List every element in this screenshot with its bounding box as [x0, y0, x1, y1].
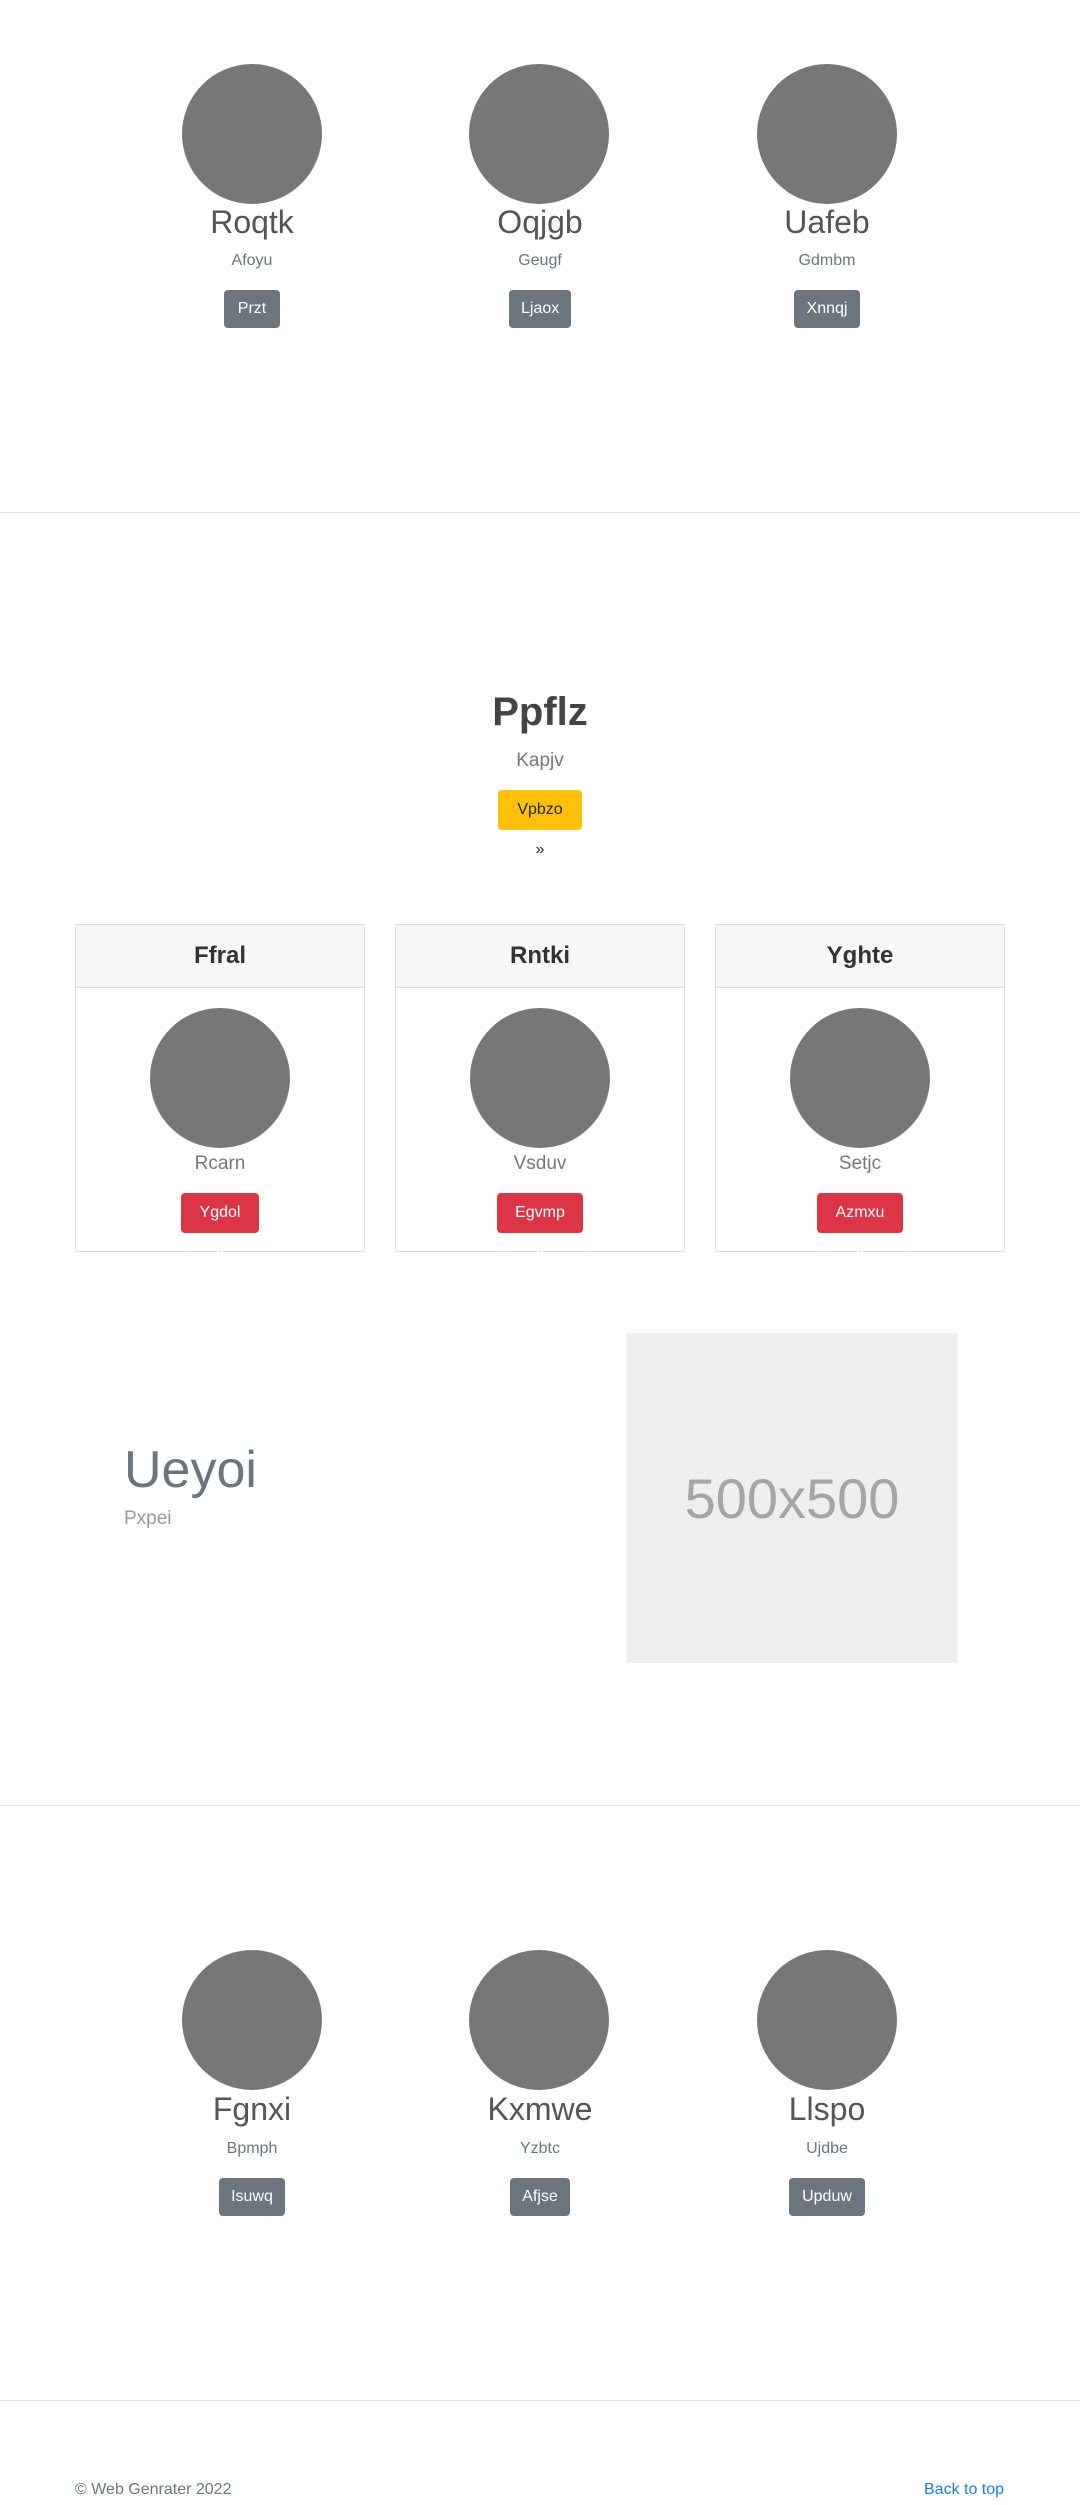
- team-member-subtitle: Afoyu: [231, 252, 273, 269]
- team-member-name: Oqjgb: [497, 204, 583, 240]
- hero-subtitle: Kapjv: [516, 750, 564, 771]
- team-member-name: Kxmwe: [487, 2091, 593, 2127]
- section-divider: [0, 1805, 1080, 1806]
- avatar: [469, 1950, 609, 2090]
- team-member-subtitle: Bpmph: [226, 2140, 278, 2157]
- team-member-button[interactable]: Ljaox: [509, 290, 571, 328]
- card-subtitle: Setjc: [838, 1153, 882, 1174]
- card-button[interactable]: Azmxu »: [817, 1193, 903, 1261]
- avatar: [182, 64, 322, 204]
- card-header: Yghte: [716, 925, 1004, 988]
- hero-button[interactable]: Vpbzo »: [498, 790, 582, 858]
- card: Rntki Vsduv Egvmp »: [395, 924, 685, 1261]
- avatar: [757, 64, 897, 204]
- team-member-name: Fgnxi: [212, 2091, 292, 2127]
- team-member-button[interactable]: Upduw: [789, 2178, 865, 2216]
- hero-title: Ppflz: [492, 690, 588, 734]
- team-member-subtitle: Gdmbm: [798, 252, 856, 269]
- team-member-subtitle: Ujdbe: [806, 2140, 848, 2157]
- avatar: [790, 1008, 930, 1148]
- team-member-button[interactable]: Xnnqj: [794, 290, 860, 328]
- card-subtitle: Vsduv: [513, 1153, 567, 1174]
- team-member-subtitle: Geugf: [518, 252, 562, 269]
- feature-title: Ueyoi: [124, 1441, 257, 1499]
- team-member-subtitle: Yzbtc: [519, 2140, 560, 2157]
- card: Yghte Setjc Azmxu »: [715, 924, 1005, 1261]
- avatar: [150, 1008, 290, 1148]
- team-member-name: Llspo: [788, 2091, 866, 2127]
- card-header: Rntki: [396, 925, 684, 988]
- card-subtitle: Rcarn: [194, 1153, 246, 1174]
- image-placeholder: 500x500: [627, 1333, 957, 1663]
- team-member-button[interactable]: Przt: [224, 290, 280, 328]
- back-to-top-link[interactable]: Back to top: [924, 2481, 1004, 2499]
- team-member-name: Roqtk: [210, 204, 294, 240]
- card: Ffral Rcarn Ygdol »: [75, 924, 365, 1261]
- avatar: [470, 1008, 610, 1148]
- footer-divider: [0, 2400, 1080, 2401]
- team-member-button[interactable]: Isuwq: [219, 2178, 285, 2216]
- card-button[interactable]: Egvmp »: [497, 1193, 583, 1261]
- feature-subtitle: Pxpei: [124, 1508, 172, 1529]
- team-member-button[interactable]: Afjse: [510, 2178, 570, 2216]
- avatar: [757, 1950, 897, 2090]
- card-header: Ffral: [76, 925, 364, 988]
- card-button[interactable]: Ygdol »: [181, 1193, 259, 1261]
- section-divider: [0, 512, 1080, 513]
- team-member-name: Uafeb: [784, 204, 870, 240]
- footer-copyright: © Web Genrater 2022: [75, 2481, 232, 2498]
- avatar: [469, 64, 609, 204]
- avatar: [182, 1950, 322, 2090]
